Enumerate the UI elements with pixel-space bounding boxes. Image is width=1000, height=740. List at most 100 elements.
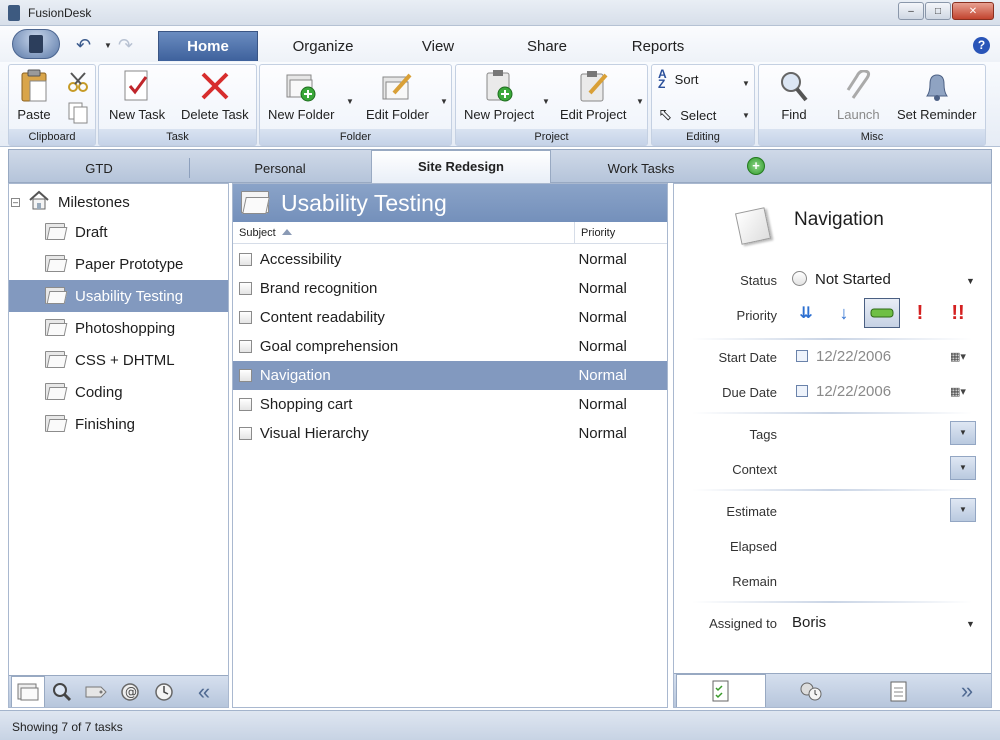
tags-label: Tags: [749, 427, 777, 442]
table-row[interactable]: Shopping cart Normal: [233, 390, 667, 419]
help-icon[interactable]: ?: [973, 37, 990, 54]
project-tab-strip: GTD Personal Site Redesign Work Tasks +: [8, 149, 992, 184]
table-row[interactable]: Accessibility Normal: [233, 245, 667, 274]
tab-site-redesign[interactable]: Site Redesign: [371, 150, 551, 184]
editing-group: AZ Sort ▼ ⬁ Select ▼ Editing: [651, 64, 755, 146]
tree-root-milestones[interactable]: – Milestones: [11, 190, 130, 214]
expand-pane-icon[interactable]: »: [946, 674, 988, 707]
sort-dropdown-icon[interactable]: ▼: [742, 79, 750, 88]
priority-lowest-icon[interactable]: ⇊: [788, 298, 824, 328]
due-date-field[interactable]: 12/22/2006: [796, 383, 891, 400]
calendar-icon[interactable]: ▦▾: [950, 385, 974, 398]
undo-icon[interactable]: ↶: [76, 35, 91, 56]
folders-view-icon[interactable]: [11, 676, 45, 707]
status-dropdown-icon[interactable]: ▼: [966, 276, 975, 286]
collapse-pane-icon[interactable]: «: [187, 677, 221, 707]
copy-icon[interactable]: [67, 101, 89, 128]
task-title[interactable]: Navigation: [794, 209, 884, 231]
task-checkbox[interactable]: [239, 398, 252, 411]
delete-task-button[interactable]: Delete Task: [181, 69, 249, 122]
folder-icon: [45, 351, 68, 369]
tree-item-draft[interactable]: Draft: [9, 216, 228, 248]
maximize-button[interactable]: □: [925, 2, 951, 20]
column-subject[interactable]: Subject: [239, 227, 292, 239]
priority-high-icon[interactable]: !: [902, 298, 938, 328]
table-row[interactable]: Visual Hierarchy Normal: [233, 419, 667, 448]
tab-reports[interactable]: Reports: [624, 31, 692, 61]
table-row[interactable]: Goal comprehension Normal: [233, 332, 667, 361]
tab-gtd[interactable]: GTD: [9, 158, 189, 180]
tab-personal[interactable]: Personal: [189, 158, 371, 180]
tab-view[interactable]: View: [412, 31, 464, 61]
column-priority[interactable]: Priority: [574, 222, 615, 244]
task-checkbox[interactable]: [239, 427, 252, 440]
estimate-dropdown-button[interactable]: ▼: [950, 498, 976, 522]
table-row[interactable]: Brand recognition Normal: [233, 274, 667, 303]
task-checkbox[interactable]: [239, 311, 252, 324]
minimize-button[interactable]: –: [898, 2, 924, 20]
tags-dropdown-button[interactable]: ▼: [950, 421, 976, 445]
redo-icon[interactable]: ↷: [118, 35, 133, 56]
collapse-icon[interactable]: –: [11, 197, 20, 207]
tree-item-finishing[interactable]: Finishing: [9, 408, 228, 440]
status-field[interactable]: Not Started: [792, 271, 891, 288]
sort-button[interactable]: AZ Sort: [658, 68, 699, 90]
priority-highest-icon[interactable]: !!: [940, 298, 976, 328]
assigned-dropdown-icon[interactable]: ▼: [966, 619, 975, 629]
folder-icon: [45, 255, 68, 273]
set-reminder-button[interactable]: Set Reminder: [897, 69, 976, 122]
context-dropdown-button[interactable]: ▼: [950, 456, 976, 480]
window-controls: – □ ✕: [897, 2, 994, 20]
priority-low-icon[interactable]: ↓: [826, 298, 862, 328]
task-checkbox[interactable]: [239, 340, 252, 353]
new-folder-button[interactable]: New Folder: [268, 69, 334, 122]
contacts-view-icon[interactable]: @: [113, 677, 147, 707]
tab-share[interactable]: Share: [518, 31, 576, 61]
select-button[interactable]: ⬁ Select: [658, 105, 716, 125]
edit-folder-button[interactable]: Edit Folder: [366, 69, 429, 122]
tree-item-photoshopping[interactable]: Photoshopping: [9, 312, 228, 344]
task-details-tab-icon[interactable]: [676, 674, 766, 707]
edit-folder-dropdown-icon[interactable]: ▼: [440, 97, 448, 106]
tree-item-usability-testing[interactable]: Usability Testing: [9, 280, 228, 312]
notes-tab-icon[interactable]: [856, 674, 942, 707]
calendar-icon[interactable]: ▦▾: [950, 350, 974, 363]
history-view-icon[interactable]: [147, 677, 181, 707]
add-tab-icon[interactable]: +: [747, 157, 765, 175]
start-date-checkbox[interactable]: [796, 350, 808, 362]
settings-clock-tab-icon[interactable]: [768, 674, 854, 707]
tree-item-css-dhtml[interactable]: CSS + DHTML: [9, 344, 228, 376]
priority-normal-icon[interactable]: [864, 298, 900, 328]
edit-project-button[interactable]: Edit Project: [560, 69, 626, 122]
task-list-pane: Usability Testing Subject Priority Acces…: [232, 183, 668, 708]
tab-organize[interactable]: Organize: [282, 31, 364, 61]
find-button[interactable]: Find: [777, 69, 811, 122]
tree-item-coding[interactable]: Coding: [9, 376, 228, 408]
close-button[interactable]: ✕: [952, 2, 994, 20]
table-row[interactable]: Content readability Normal: [233, 303, 667, 332]
select-dropdown-icon[interactable]: ▼: [742, 111, 750, 120]
task-checkbox[interactable]: [239, 369, 252, 382]
edit-project-dropdown-icon[interactable]: ▼: [636, 97, 644, 106]
due-date-checkbox[interactable]: [796, 385, 808, 397]
tags-view-icon[interactable]: [79, 677, 113, 707]
new-task-button[interactable]: New Task: [109, 69, 165, 122]
new-project-dropdown-icon[interactable]: ▼: [542, 97, 550, 106]
new-folder-dropdown-icon[interactable]: ▼: [346, 97, 354, 106]
launch-button[interactable]: Launch: [837, 69, 880, 122]
tab-work-tasks[interactable]: Work Tasks: [551, 158, 731, 180]
start-date-field[interactable]: 12/22/2006: [796, 348, 891, 365]
search-view-icon[interactable]: [45, 677, 79, 707]
new-project-button[interactable]: New Project: [464, 69, 534, 122]
table-row[interactable]: Navigation Normal: [233, 361, 667, 390]
application-menu-button[interactable]: [12, 29, 60, 59]
undo-dropdown-icon[interactable]: ▼: [104, 41, 112, 50]
tree-item-paper-prototype[interactable]: Paper Prototype: [9, 248, 228, 280]
cut-icon[interactable]: [67, 71, 89, 96]
task-checkbox[interactable]: [239, 282, 252, 295]
task-checkbox[interactable]: [239, 253, 252, 266]
paste-button[interactable]: Paste: [17, 69, 51, 122]
folder-tree-pane: – Milestones Draft Paper Prototype Usabi…: [8, 183, 229, 708]
tab-home[interactable]: Home: [158, 31, 258, 61]
assigned-to-field[interactable]: Boris: [792, 614, 826, 631]
